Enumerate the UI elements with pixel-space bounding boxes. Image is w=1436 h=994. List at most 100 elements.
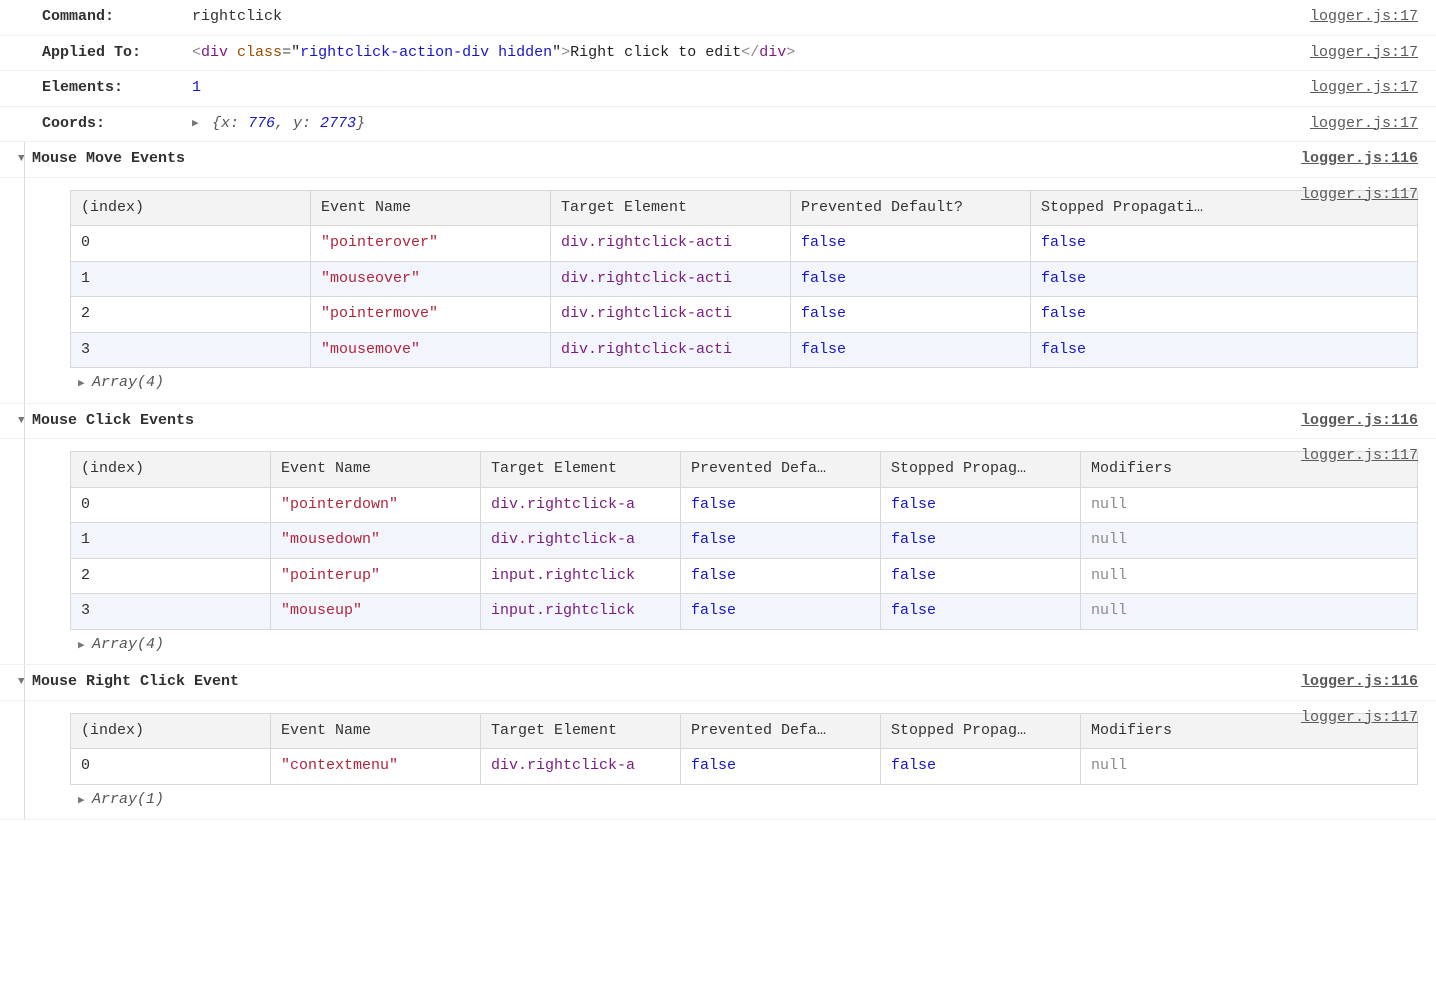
source-link[interactable]: logger.js:116	[1301, 148, 1418, 171]
command-value: rightclick	[192, 6, 282, 29]
coords-value[interactable]: {x: 776, y: 2773}	[192, 113, 365, 136]
collapse-icon[interactable]	[18, 413, 32, 430]
cell-stopped-propagation: false	[1031, 297, 1418, 333]
cell-prevented-default: false	[791, 297, 1031, 333]
source-link[interactable]: logger.js:116	[1301, 410, 1418, 433]
table-row[interactable]: 3"mousemove"div.rightclick-actifalsefals…	[71, 332, 1418, 368]
column-header[interactable]: Event Name	[271, 713, 481, 749]
table-row[interactable]: 0"pointerdown"div.rightclick-afalsefalse…	[71, 487, 1418, 523]
table-row[interactable]: 2"pointerup"input.rightclickfalsefalsenu…	[71, 558, 1418, 594]
cell-event-name: "mousemove"	[311, 332, 551, 368]
group-subsource: logger.js:117	[0, 439, 1436, 447]
table-row[interactable]: 3"mouseup"input.rightclickfalsefalsenull	[71, 594, 1418, 630]
table-row[interactable]: 1"mousedown"div.rightclick-afalsefalsenu…	[71, 523, 1418, 559]
table-row[interactable]: 1"mouseover"div.rightclick-actifalsefals…	[71, 261, 1418, 297]
source-link[interactable]: logger.js:117	[1301, 707, 1418, 730]
cell-index: 0	[71, 749, 271, 785]
cell-event-name: "pointerover"	[311, 226, 551, 262]
array-summary[interactable]: Array(1)	[0, 787, 1436, 820]
column-header[interactable]: Target Element	[481, 452, 681, 488]
collapse-icon[interactable]	[18, 674, 32, 691]
cell-target-element: input.rightclick	[481, 558, 681, 594]
group-header[interactable]: Mouse Move Eventslogger.js:116	[0, 142, 1436, 178]
group-header[interactable]: Mouse Click Events logger.js:116	[0, 404, 1436, 440]
source-link[interactable]: logger.js:17	[1310, 42, 1418, 65]
column-header[interactable]: Event Name	[311, 190, 551, 226]
cell-target-element: div.rightclick-acti	[551, 226, 791, 262]
applied-to-label: Applied To:	[42, 42, 192, 65]
group-title: Mouse Click Events	[32, 410, 194, 433]
group-title: Mouse Right Click Event	[32, 671, 239, 694]
cell-stopped-propagation: false	[881, 487, 1081, 523]
event-table: (index)Event NameTarget ElementPrevented…	[70, 713, 1418, 785]
cell-index: 1	[71, 523, 271, 559]
cell-index: 0	[71, 487, 271, 523]
cell-target-element: div.rightclick-a	[481, 749, 681, 785]
coords-label: Coords:	[42, 113, 192, 136]
cell-event-name: "contextmenu"	[271, 749, 481, 785]
array-label: Array(1)	[92, 791, 164, 808]
source-link[interactable]: logger.js:117	[1301, 445, 1418, 468]
log-group: Mouse Right Click Event logger.js:116 logg…	[0, 665, 1436, 820]
cell-event-name: "pointerdown"	[271, 487, 481, 523]
cell-target-element: div.rightclick-a	[481, 523, 681, 559]
expand-icon[interactable]	[192, 116, 206, 133]
column-header[interactable]: Prevented Defa…	[681, 713, 881, 749]
cell-event-name: "mouseup"	[271, 594, 481, 630]
column-header[interactable]: Target Element	[481, 713, 681, 749]
source-link[interactable]: logger.js:17	[1310, 6, 1418, 29]
event-table: (index)Event NameTarget ElementPrevented…	[70, 190, 1418, 369]
table-row[interactable]: 2"pointermove"div.rightclick-actifalsefa…	[71, 297, 1418, 333]
column-header[interactable]: (index)	[71, 190, 311, 226]
cell-stopped-propagation: false	[1031, 332, 1418, 368]
cell-event-name: "mousedown"	[271, 523, 481, 559]
cell-stopped-propagation: false	[881, 594, 1081, 630]
collapse-icon[interactable]	[18, 151, 32, 168]
table-row[interactable]: 0"pointerover"div.rightclick-actifalsefa…	[71, 226, 1418, 262]
column-header[interactable]: (index)	[71, 713, 271, 749]
cell-prevented-default: false	[791, 261, 1031, 297]
column-header[interactable]: Event Name	[271, 452, 481, 488]
array-summary[interactable]: Array(4)	[0, 632, 1436, 665]
cell-prevented-default: false	[791, 332, 1031, 368]
cell-modifiers: null	[1081, 594, 1418, 630]
cell-event-name: "pointermove"	[311, 297, 551, 333]
cell-index: 0	[71, 226, 311, 262]
column-header[interactable]: Target Element	[551, 190, 791, 226]
cell-modifiers: null	[1081, 523, 1418, 559]
column-header[interactable]: Stopped Propag…	[881, 713, 1081, 749]
console-table: (index)Event NameTarget ElementPrevented…	[70, 190, 1418, 369]
expand-icon[interactable]	[78, 638, 92, 655]
source-link[interactable]: logger.js:17	[1310, 113, 1418, 136]
event-table: (index)Event NameTarget ElementPrevented…	[70, 451, 1418, 630]
log-group: Mouse Move Eventslogger.js:116logger.js:…	[0, 142, 1436, 404]
array-label: Array(4)	[92, 374, 164, 391]
cell-prevented-default: false	[791, 226, 1031, 262]
source-link[interactable]: logger.js:117	[1301, 184, 1418, 207]
source-link[interactable]: logger.js:116	[1301, 671, 1418, 694]
log-row-elements: Elements: 1 logger.js:17	[0, 71, 1436, 107]
cell-modifiers: null	[1081, 487, 1418, 523]
cell-stopped-propagation: false	[881, 749, 1081, 785]
expand-icon[interactable]	[78, 793, 92, 810]
cell-event-name: "pointerup"	[271, 558, 481, 594]
column-header[interactable]: Prevented Defa…	[681, 452, 881, 488]
group-subsource: logger.js:117	[0, 701, 1436, 709]
cell-target-element: div.rightclick-a	[481, 487, 681, 523]
elements-label: Elements:	[42, 77, 192, 100]
cell-prevented-default: false	[681, 749, 881, 785]
group-header[interactable]: Mouse Right Click Event logger.js:116	[0, 665, 1436, 701]
log-row-applied-to: Applied To: <div class="rightclick-actio…	[0, 36, 1436, 72]
cell-prevented-default: false	[681, 594, 881, 630]
column-header[interactable]: Prevented Default?	[791, 190, 1031, 226]
array-summary[interactable]: Array(4)	[0, 370, 1436, 403]
cell-index: 3	[71, 332, 311, 368]
source-link[interactable]: logger.js:17	[1310, 77, 1418, 100]
console-table: (index)Event NameTarget ElementPrevented…	[70, 451, 1418, 630]
column-header[interactable]: (index)	[71, 452, 271, 488]
expand-icon[interactable]	[78, 376, 92, 393]
table-row[interactable]: 0"contextmenu"div.rightclick-afalsefalse…	[71, 749, 1418, 785]
column-header[interactable]: Stopped Propag…	[881, 452, 1081, 488]
cell-target-element: div.rightclick-acti	[551, 297, 791, 333]
cell-prevented-default: false	[681, 558, 881, 594]
